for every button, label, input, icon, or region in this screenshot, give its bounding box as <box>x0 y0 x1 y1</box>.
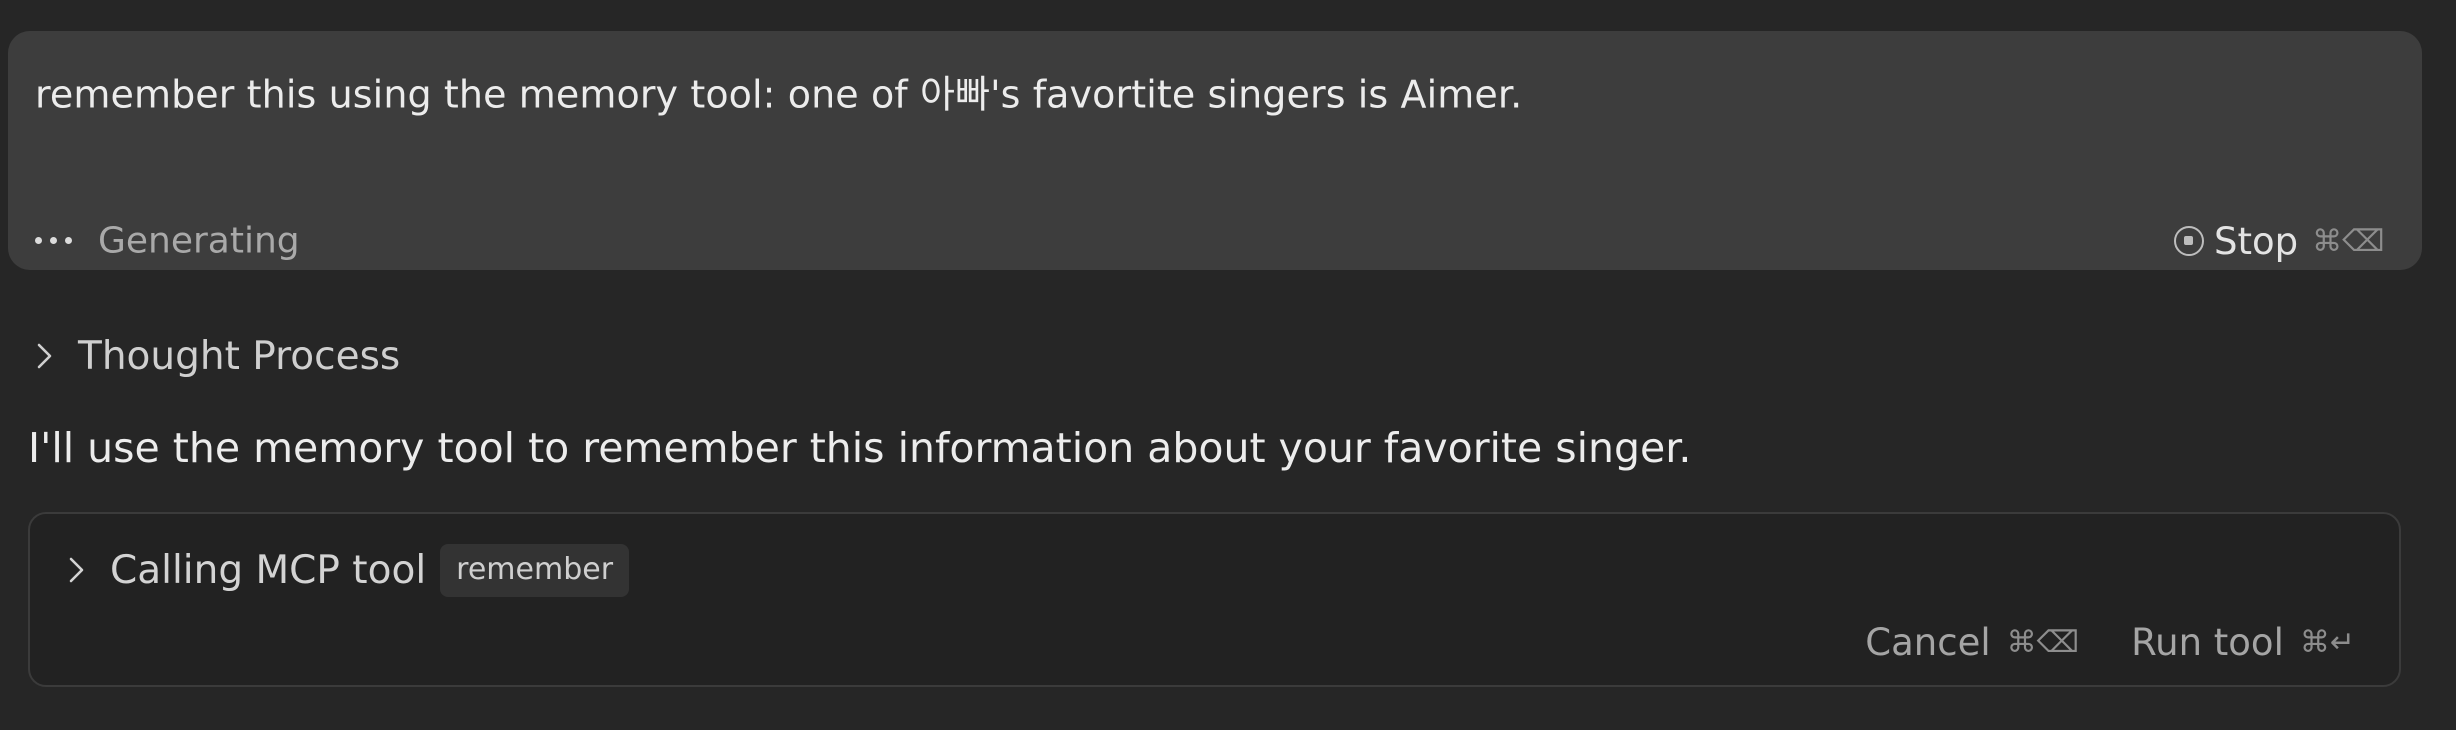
stop-label: Stop <box>2214 219 2299 263</box>
generating-status: Generating <box>98 220 300 262</box>
run-tool-label: Run tool <box>2131 620 2284 664</box>
run-tool-button[interactable]: Run tool ⌘↵ <box>2131 621 2355 664</box>
chat-panel: remember this using the memory tool: one… <box>0 0 2456 730</box>
tool-name-badge: remember <box>440 543 630 597</box>
chevron-right-icon <box>37 343 52 369</box>
run-tool-shortcut: ⌘↵ <box>2299 624 2355 660</box>
tool-call-actions: Cancel ⌘⌫ Run tool ⌘↵ <box>1865 614 2355 670</box>
tool-call-title: Calling MCP tool <box>110 547 427 593</box>
cancel-label: Cancel <box>1865 620 1991 664</box>
assistant-response-text: I'll use the memory tool to remember thi… <box>28 424 1692 472</box>
thought-process-label: Thought Process <box>78 333 401 379</box>
user-prompt-card: remember this using the memory tool: one… <box>8 31 2422 270</box>
cancel-shortcut: ⌘⌫ <box>2006 624 2080 660</box>
ellipsis-icon <box>35 233 75 247</box>
tool-call-toggle[interactable]: Calling MCP tool remember <box>62 542 630 598</box>
stop-button[interactable]: Stop ⌘⌫ <box>2174 217 2385 265</box>
cancel-button[interactable]: Cancel ⌘⌫ <box>1865 621 2079 664</box>
user-prompt-text: remember this using the memory tool: one… <box>35 72 1523 117</box>
stop-shortcut: ⌘⌫ <box>2312 223 2385 259</box>
thought-process-toggle[interactable]: Thought Process <box>30 328 400 384</box>
stop-circle-icon <box>2174 226 2204 256</box>
chevron-right-icon <box>69 557 84 583</box>
mcp-tool-call-card: Calling MCP tool remember Cancel ⌘⌫ Run … <box>28 512 2401 687</box>
